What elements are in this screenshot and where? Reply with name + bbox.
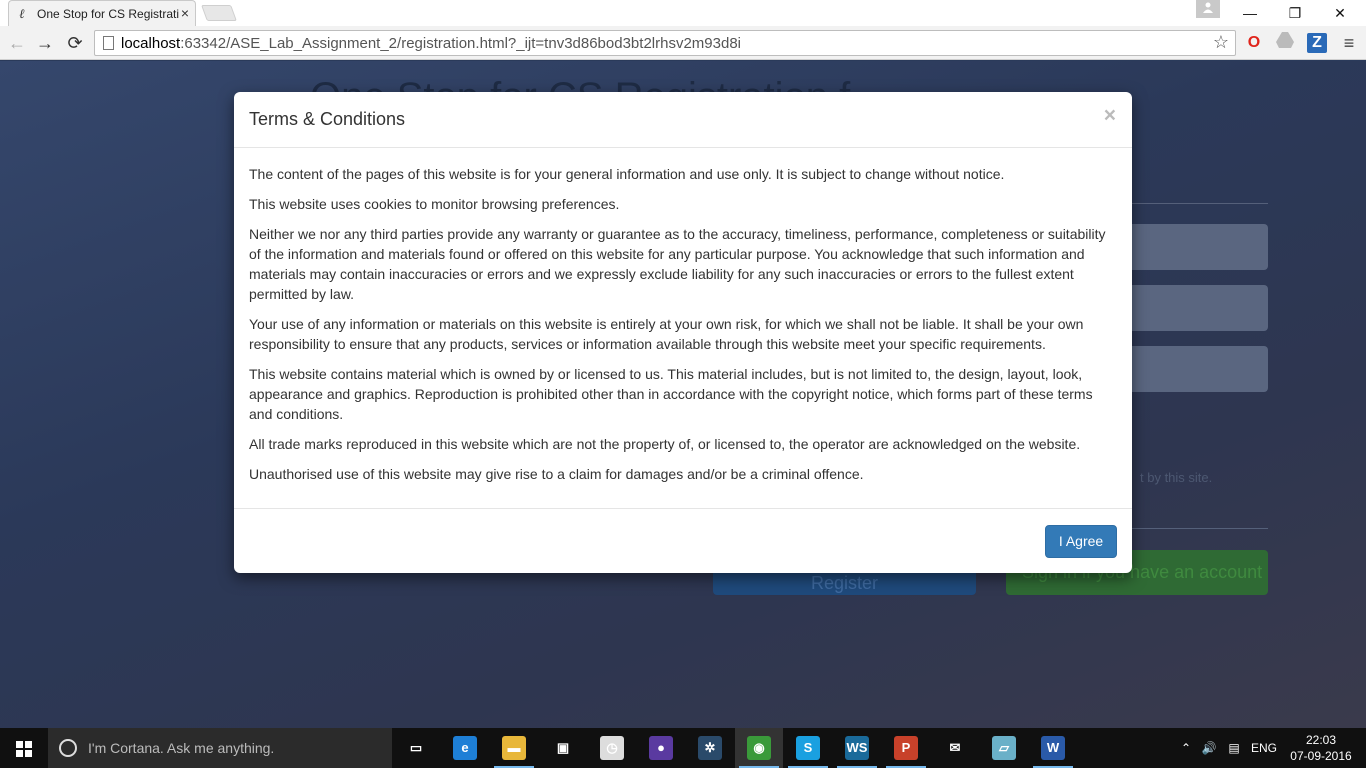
app-clock-icon: ◷: [600, 736, 624, 760]
divider: [1132, 203, 1268, 204]
app-tree-icon: ✲: [698, 736, 722, 760]
forward-button[interactable]: →: [34, 32, 56, 54]
notification-icon[interactable]: ▤: [1222, 728, 1246, 768]
store-icon: ▣: [551, 736, 575, 760]
page-icon: [103, 36, 114, 50]
terms-paragraph: Unauthorised use of this website may giv…: [249, 466, 864, 482]
tab-strip: ℓ One Stop for CS Registrati × — ❐ ✕: [0, 0, 1366, 26]
app-clock-taskbar-button[interactable]: ◷: [588, 728, 636, 768]
language-indicator[interactable]: ENG: [1248, 728, 1280, 768]
address-bar[interactable]: localhost:63342/ASE_Lab_Assignment_2/reg…: [94, 30, 1236, 56]
app-doc-taskbar-button[interactable]: ▱: [980, 728, 1028, 768]
browser-tab[interactable]: ℓ One Stop for CS Registrati ×: [8, 0, 196, 26]
reload-button[interactable]: ⟳: [64, 32, 86, 54]
taskbar: I'm Cortana. Ask me anything. ▭ e ▬ ▣ ◷ ● ✲ ◉ S W…: [0, 728, 1366, 768]
app-tree-taskbar-button[interactable]: ✲: [686, 728, 734, 768]
store-taskbar-button[interactable]: ▣: [539, 728, 587, 768]
word-taskbar-button[interactable]: W: [1029, 728, 1077, 768]
terms-paragraph: The content of the pages of this website…: [249, 166, 1005, 182]
url-text: localhost:63342/ASE_Lab_Assignment_2/reg…: [121, 35, 741, 52]
mail-taskbar-button[interactable]: ✉: [931, 728, 979, 768]
register-button: Register: [713, 573, 976, 595]
chrome-icon: ◉: [747, 736, 771, 760]
skype-icon: S: [796, 736, 820, 760]
edge-taskbar-button[interactable]: e: [441, 728, 489, 768]
modal-header: Terms & Conditions ×: [234, 92, 1132, 148]
agree-button[interactable]: I Agree: [1045, 525, 1117, 558]
powerpoint-taskbar-button[interactable]: P: [882, 728, 930, 768]
file-explorer-taskbar-button[interactable]: ▬: [490, 728, 538, 768]
webstorm-icon: WS: [845, 736, 869, 760]
skype-taskbar-button[interactable]: S: [784, 728, 832, 768]
cortana-search-box[interactable]: I'm Cortana. Ask me anything.: [48, 728, 392, 768]
cortana-icon: [59, 739, 77, 757]
modal-title: Terms & Conditions: [249, 109, 406, 129]
new-tab-button[interactable]: [201, 5, 237, 21]
mail-icon: ✉: [943, 736, 967, 760]
terms-note: t by this site.: [1140, 470, 1213, 485]
start-button[interactable]: [0, 728, 48, 768]
tray-chevron-icon[interactable]: ⌃: [1176, 728, 1196, 768]
browser-toolbar: ← → ⟳ localhost:63342/ASE_Lab_Assignment…: [0, 26, 1366, 60]
terms-paragraph: Neither we nor any third parties provide…: [249, 226, 1106, 302]
terms-paragraph: All trade marks reproduced in this websi…: [249, 436, 1081, 452]
restore-button[interactable]: ❐: [1275, 2, 1315, 24]
form-input: [1132, 346, 1268, 392]
terms-paragraph: This website contains material which is …: [249, 366, 1093, 422]
terms-modal: Terms & Conditions × The content of the …: [234, 92, 1132, 573]
close-icon[interactable]: ×: [1104, 104, 1116, 128]
cortana-placeholder: I'm Cortana. Ask me anything.: [88, 740, 275, 756]
minimize-button[interactable]: —: [1230, 2, 1270, 24]
form-input: [1132, 285, 1268, 331]
task-view-icon: ▭: [404, 736, 428, 760]
clock-time: 22:03: [1305, 733, 1337, 747]
app-purple-taskbar-button[interactable]: ●: [637, 728, 685, 768]
volume-icon[interactable]: 🔊: [1198, 728, 1220, 768]
modal-body: The content of the pages of this website…: [249, 164, 1117, 494]
chrome-taskbar-button[interactable]: ◉: [735, 728, 783, 768]
back-button[interactable]: ←: [6, 32, 28, 54]
terms-paragraph: This website uses cookies to monitor bro…: [249, 196, 620, 212]
z-extension-icon[interactable]: Z: [1307, 33, 1327, 53]
powerpoint-icon: P: [894, 736, 918, 760]
windows-logo-icon: [16, 741, 32, 757]
tab-close-icon[interactable]: ×: [181, 5, 189, 21]
task-view-taskbar-button[interactable]: ▭: [392, 728, 440, 768]
divider: [1132, 528, 1268, 529]
chrome-menu-icon[interactable]: ≡: [1338, 32, 1360, 54]
close-window-button[interactable]: ✕: [1320, 2, 1360, 24]
clock[interactable]: 22:03 07-09-2016: [1286, 732, 1356, 764]
edge-icon: e: [453, 736, 477, 760]
word-icon: W: [1041, 736, 1065, 760]
file-explorer-icon: ▬: [502, 736, 526, 760]
drive-extension-icon[interactable]: [1274, 32, 1296, 54]
modal-footer: I Agree: [234, 508, 1132, 573]
webstorm-taskbar-button[interactable]: WS: [833, 728, 881, 768]
clock-date: 07-09-2016: [1290, 749, 1352, 763]
form-input: [1132, 224, 1268, 270]
opera-extension-icon[interactable]: O: [1243, 32, 1265, 54]
page-favicon-icon: ℓ: [19, 7, 25, 22]
tab-title: One Stop for CS Registrati: [37, 7, 180, 21]
app-doc-icon: ▱: [992, 736, 1016, 760]
bookmark-star-icon[interactable]: ☆: [1213, 32, 1229, 53]
app-purple-icon: ●: [649, 736, 673, 760]
terms-paragraph: Your use of any information or materials…: [249, 316, 1084, 352]
profile-icon[interactable]: [1196, 0, 1220, 18]
